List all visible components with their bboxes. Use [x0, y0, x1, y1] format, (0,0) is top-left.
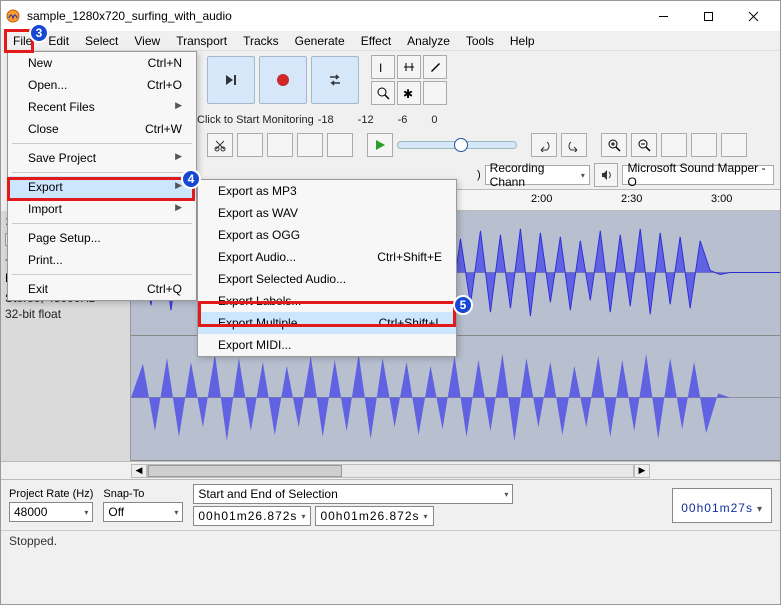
menu-print[interactable]: Print... [8, 249, 196, 271]
undo-icon[interactable] [531, 133, 557, 157]
app-icon [5, 8, 21, 24]
menu-export-wav[interactable]: Export as WAV [198, 202, 456, 224]
menu-export-selected[interactable]: Export Selected Audio... [198, 268, 456, 290]
meter-tick: 0 [431, 114, 437, 126]
menu-close[interactable]: CloseCtrl+W [8, 118, 196, 140]
meter-tick: -18 [318, 114, 334, 126]
playback-device-select[interactable]: Microsoft Sound Mapper - O [622, 165, 774, 185]
menu-export-mp3[interactable]: Export as MP3 [198, 180, 456, 202]
menu-analyze[interactable]: Analyze [399, 32, 458, 50]
menu-import[interactable]: Import▶ [8, 198, 196, 220]
annotation-badge-4: 4 [181, 169, 201, 189]
project-rate-select[interactable]: 48000▾ [9, 502, 93, 522]
snap-to-select[interactable]: Off▾ [103, 502, 183, 522]
export-submenu: Export as MP3 Export as WAV Export as OG… [197, 179, 457, 357]
menu-select[interactable]: Select [77, 32, 126, 50]
maximize-button[interactable] [686, 2, 731, 30]
menu-generate[interactable]: Generate [287, 32, 353, 50]
zoom-toggle-icon[interactable] [721, 133, 747, 157]
close-button[interactable] [731, 2, 776, 30]
track-bitdepth: 32-bit float [5, 307, 126, 323]
selection-end[interactable]: 00h01m26.872s▾ [315, 506, 433, 526]
redo-icon[interactable] [561, 133, 587, 157]
ruler-tick: 2:30 [621, 193, 642, 205]
fit-project-icon[interactable] [691, 133, 717, 157]
draw-tool-icon[interactable] [423, 55, 447, 79]
snap-to-label: Snap-To [103, 488, 183, 500]
menu-open[interactable]: Open...Ctrl+O [8, 74, 196, 96]
menu-export-labels[interactable]: Export Labels... [198, 290, 456, 312]
menu-export-multiple[interactable]: Export Multiple...Ctrl+Shift+L [198, 312, 456, 334]
recording-channels-select[interactable]: Recording Chann▾ [485, 165, 590, 185]
annotation-badge-3: 3 [29, 23, 49, 43]
envelope-tool-icon[interactable] [397, 55, 421, 79]
menu-help[interactable]: Help [502, 32, 543, 50]
skip-end-button[interactable] [207, 56, 255, 104]
cut-icon[interactable] [207, 133, 233, 157]
horizontal-scrollbar[interactable]: ◀ ▶ [1, 461, 780, 479]
copy-icon[interactable] [237, 133, 263, 157]
project-rate-label: Project Rate (Hz) [9, 488, 93, 500]
selection-mode-select[interactable]: Start and End of Selection▾ [193, 484, 513, 504]
menu-page-setup[interactable]: Page Setup... [8, 227, 196, 249]
svg-text:I: I [379, 61, 382, 74]
menu-tools[interactable]: Tools [458, 32, 502, 50]
zoom-out-icon[interactable] [631, 133, 657, 157]
menu-new[interactable]: NewCtrl+N [8, 52, 196, 74]
zoom-tool-icon[interactable] [371, 81, 395, 105]
speaker-icon[interactable] [594, 163, 619, 187]
menu-bar: File Edit Select View Transport Tracks G… [1, 31, 780, 51]
selection-toolbar: Project Rate (Hz) 48000▾ Snap-To Off▾ St… [1, 479, 780, 530]
selection-tool-icon[interactable]: I [371, 55, 395, 79]
menu-export-midi[interactable]: Export MIDI... [198, 334, 456, 356]
title-bar: sample_1280x720_surfing_with_audio [1, 1, 780, 31]
menu-export-ogg[interactable]: Export as OGG [198, 224, 456, 246]
menu-save-project[interactable]: Save Project▶ [8, 147, 196, 169]
window-title: sample_1280x720_surfing_with_audio [27, 9, 641, 23]
record-button[interactable] [259, 56, 307, 104]
status-bar: Stopped. [1, 530, 780, 550]
annotation-badge-5: 5 [453, 295, 473, 315]
menu-recent-files[interactable]: Recent Files▶ [8, 96, 196, 118]
audio-position[interactable]: 00h01m27s▾ [672, 488, 772, 523]
meter-tick: -12 [358, 114, 374, 126]
trim-icon[interactable] [297, 133, 323, 157]
meter-tick: -6 [398, 114, 408, 126]
playback-speed-slider[interactable] [397, 141, 517, 149]
ruler-tick: 2:00 [531, 193, 552, 205]
loop-button[interactable] [311, 56, 359, 104]
menu-view[interactable]: View [126, 32, 168, 50]
fit-selection-icon[interactable] [661, 133, 687, 157]
menu-effect[interactable]: Effect [353, 32, 399, 50]
silence-icon[interactable] [327, 133, 353, 157]
menu-export[interactable]: Export▶ [8, 176, 196, 198]
timeshift-tool-icon[interactable]: ✱ [397, 81, 421, 105]
play-button[interactable] [367, 133, 393, 157]
file-menu-dropdown: NewCtrl+N Open...Ctrl+O Recent Files▶ Cl… [7, 51, 197, 301]
rec-meter-hint[interactable]: Click to Start Monitoring [197, 114, 314, 126]
paste-icon[interactable] [267, 133, 293, 157]
selection-start[interactable]: 00h01m26.872s▾ [193, 506, 311, 526]
menu-export-audio[interactable]: Export Audio...Ctrl+Shift+E [198, 246, 456, 268]
multi-tool-icon[interactable] [423, 81, 447, 105]
svg-text:✱: ✱ [403, 87, 413, 100]
menu-exit[interactable]: ExitCtrl+Q [8, 278, 196, 300]
minimize-button[interactable] [641, 2, 686, 30]
menu-tracks[interactable]: Tracks [235, 32, 287, 50]
menu-transport[interactable]: Transport [168, 32, 235, 50]
status-text: Stopped. [9, 534, 57, 548]
zoom-in-icon[interactable] [601, 133, 627, 157]
ruler-tick: 3:00 [711, 193, 732, 205]
